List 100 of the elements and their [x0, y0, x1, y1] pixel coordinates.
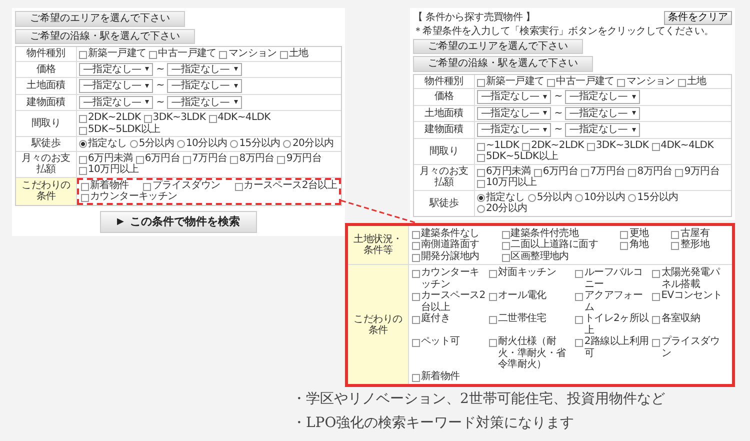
clear-button[interactable]: 条件をクリア — [664, 11, 732, 24]
checkbox[interactable] — [652, 293, 660, 301]
checkbox[interactable] — [277, 156, 286, 164]
dropdown[interactable]: —指定なし— — [167, 79, 242, 92]
checkbox[interactable] — [412, 242, 420, 250]
dropdown[interactable]: —指定なし— — [477, 123, 552, 136]
radio-button[interactable] — [574, 194, 583, 202]
checkbox[interactable] — [477, 142, 485, 150]
range-separator: ~ — [156, 96, 164, 108]
checkbox[interactable] — [675, 168, 684, 176]
checkbox[interactable] — [575, 339, 584, 347]
checkbox[interactable] — [534, 168, 542, 176]
checkbox[interactable] — [477, 78, 485, 86]
option-label: 角地 — [629, 239, 649, 250]
checkbox[interactable] — [652, 270, 660, 278]
checkbox[interactable] — [149, 51, 158, 59]
checkbox[interactable] — [671, 230, 680, 238]
dropdown[interactable]: —指定なし— — [79, 62, 154, 76]
checkbox[interactable] — [581, 168, 590, 176]
radio-button[interactable] — [230, 140, 238, 148]
checkbox[interactable] — [488, 293, 497, 301]
radio-button[interactable] — [130, 140, 138, 148]
radio-button[interactable] — [283, 140, 292, 148]
dropdown[interactable]: —指定なし— — [167, 96, 242, 109]
checkbox[interactable] — [502, 242, 510, 250]
checkbox[interactable] — [81, 194, 89, 202]
checkbox[interactable] — [79, 115, 87, 123]
checkbox[interactable] — [143, 182, 152, 190]
search-button[interactable]: ▶ この条件で物件を検索 — [100, 210, 257, 234]
checkbox[interactable] — [671, 242, 680, 250]
option-label: ~1LDK — [486, 140, 520, 151]
checkbox[interactable] — [652, 142, 660, 150]
checkbox[interactable] — [81, 182, 89, 190]
checkbox[interactable] — [620, 242, 628, 250]
option-label: カウンターキッチン — [421, 267, 480, 290]
checkbox[interactable] — [575, 270, 584, 278]
checkbox[interactable] — [652, 339, 660, 347]
radio-button[interactable] — [477, 194, 485, 202]
checkbox[interactable] — [79, 156, 87, 164]
dropdown[interactable]: —指定なし— — [79, 79, 154, 92]
checkbox[interactable] — [412, 230, 420, 238]
checkbox[interactable] — [412, 339, 420, 347]
radio-button[interactable] — [176, 140, 185, 148]
checkbox[interactable] — [678, 78, 686, 86]
option-label: 6万円台 — [144, 152, 180, 164]
dropdown[interactable]: —指定なし— — [79, 96, 154, 109]
area-button[interactable]: ご希望のエリアを選んで下さい — [413, 38, 583, 54]
checkbox[interactable] — [477, 154, 485, 162]
checkbox[interactable] — [183, 156, 192, 164]
checkbox[interactable] — [575, 293, 584, 301]
dropdown[interactable]: —指定なし— — [477, 90, 552, 104]
checkbox[interactable] — [547, 78, 556, 86]
checkbox[interactable] — [575, 316, 584, 324]
checkbox[interactable] — [79, 51, 87, 59]
checkbox[interactable] — [230, 156, 238, 164]
checkbox[interactable] — [412, 293, 420, 301]
checkbox[interactable] — [488, 270, 497, 278]
checkbox[interactable] — [280, 51, 288, 59]
checkbox[interactable] — [477, 180, 485, 188]
checkbox[interactable] — [234, 182, 243, 190]
area-button[interactable]: ご希望のエリアを選んで下さい — [15, 11, 185, 26]
checkbox[interactable] — [219, 51, 228, 59]
checkbox[interactable] — [412, 254, 420, 262]
range-separator: ~ — [554, 108, 562, 119]
radio-button[interactable] — [628, 194, 636, 202]
checkbox[interactable] — [522, 142, 530, 150]
checkbox[interactable] — [412, 270, 420, 278]
checkbox[interactable] — [617, 78, 626, 86]
checkbox[interactable] — [488, 339, 497, 347]
dropdown[interactable]: —指定なし— — [565, 106, 640, 120]
option-label: 20分以内 — [486, 203, 528, 214]
checkbox[interactable] — [586, 142, 595, 150]
dropdown[interactable]: —指定なし— — [167, 62, 242, 76]
checkbox[interactable] — [620, 230, 628, 238]
dropdown[interactable]: —指定なし— — [477, 106, 552, 120]
checkbox[interactable] — [208, 115, 217, 123]
checkbox[interactable] — [412, 316, 420, 324]
checkbox[interactable] — [79, 167, 87, 175]
checkbox[interactable] — [412, 374, 420, 382]
checkbox[interactable] — [628, 168, 636, 176]
option-label: 3DK~3LDK — [596, 140, 649, 151]
radio-button[interactable] — [477, 205, 485, 213]
option-label: マンション — [228, 48, 277, 60]
checkbox[interactable] — [144, 115, 152, 123]
radio-button[interactable] — [79, 140, 87, 148]
checkbox[interactable] — [502, 230, 510, 238]
checkbox[interactable] — [79, 126, 87, 134]
checkbox[interactable] — [502, 254, 510, 262]
checkbox[interactable] — [477, 168, 485, 176]
option-label: トイレ2ヶ所以上 — [584, 313, 650, 336]
radio-button[interactable] — [528, 194, 536, 202]
option-label: オール電化 — [498, 290, 546, 302]
dropdown[interactable]: —指定なし— — [565, 90, 640, 104]
line-button[interactable]: ご希望の沿線・駅を選んで下さい — [15, 28, 195, 44]
checkbox[interactable] — [652, 316, 660, 324]
line-button[interactable]: ご希望の沿線・駅を選んで下さい — [413, 56, 593, 72]
checkbox[interactable] — [136, 156, 144, 164]
dropdown[interactable]: —指定なし— — [565, 123, 640, 136]
checkbox[interactable] — [488, 316, 497, 324]
option-label: 各室収納 — [661, 313, 700, 324]
